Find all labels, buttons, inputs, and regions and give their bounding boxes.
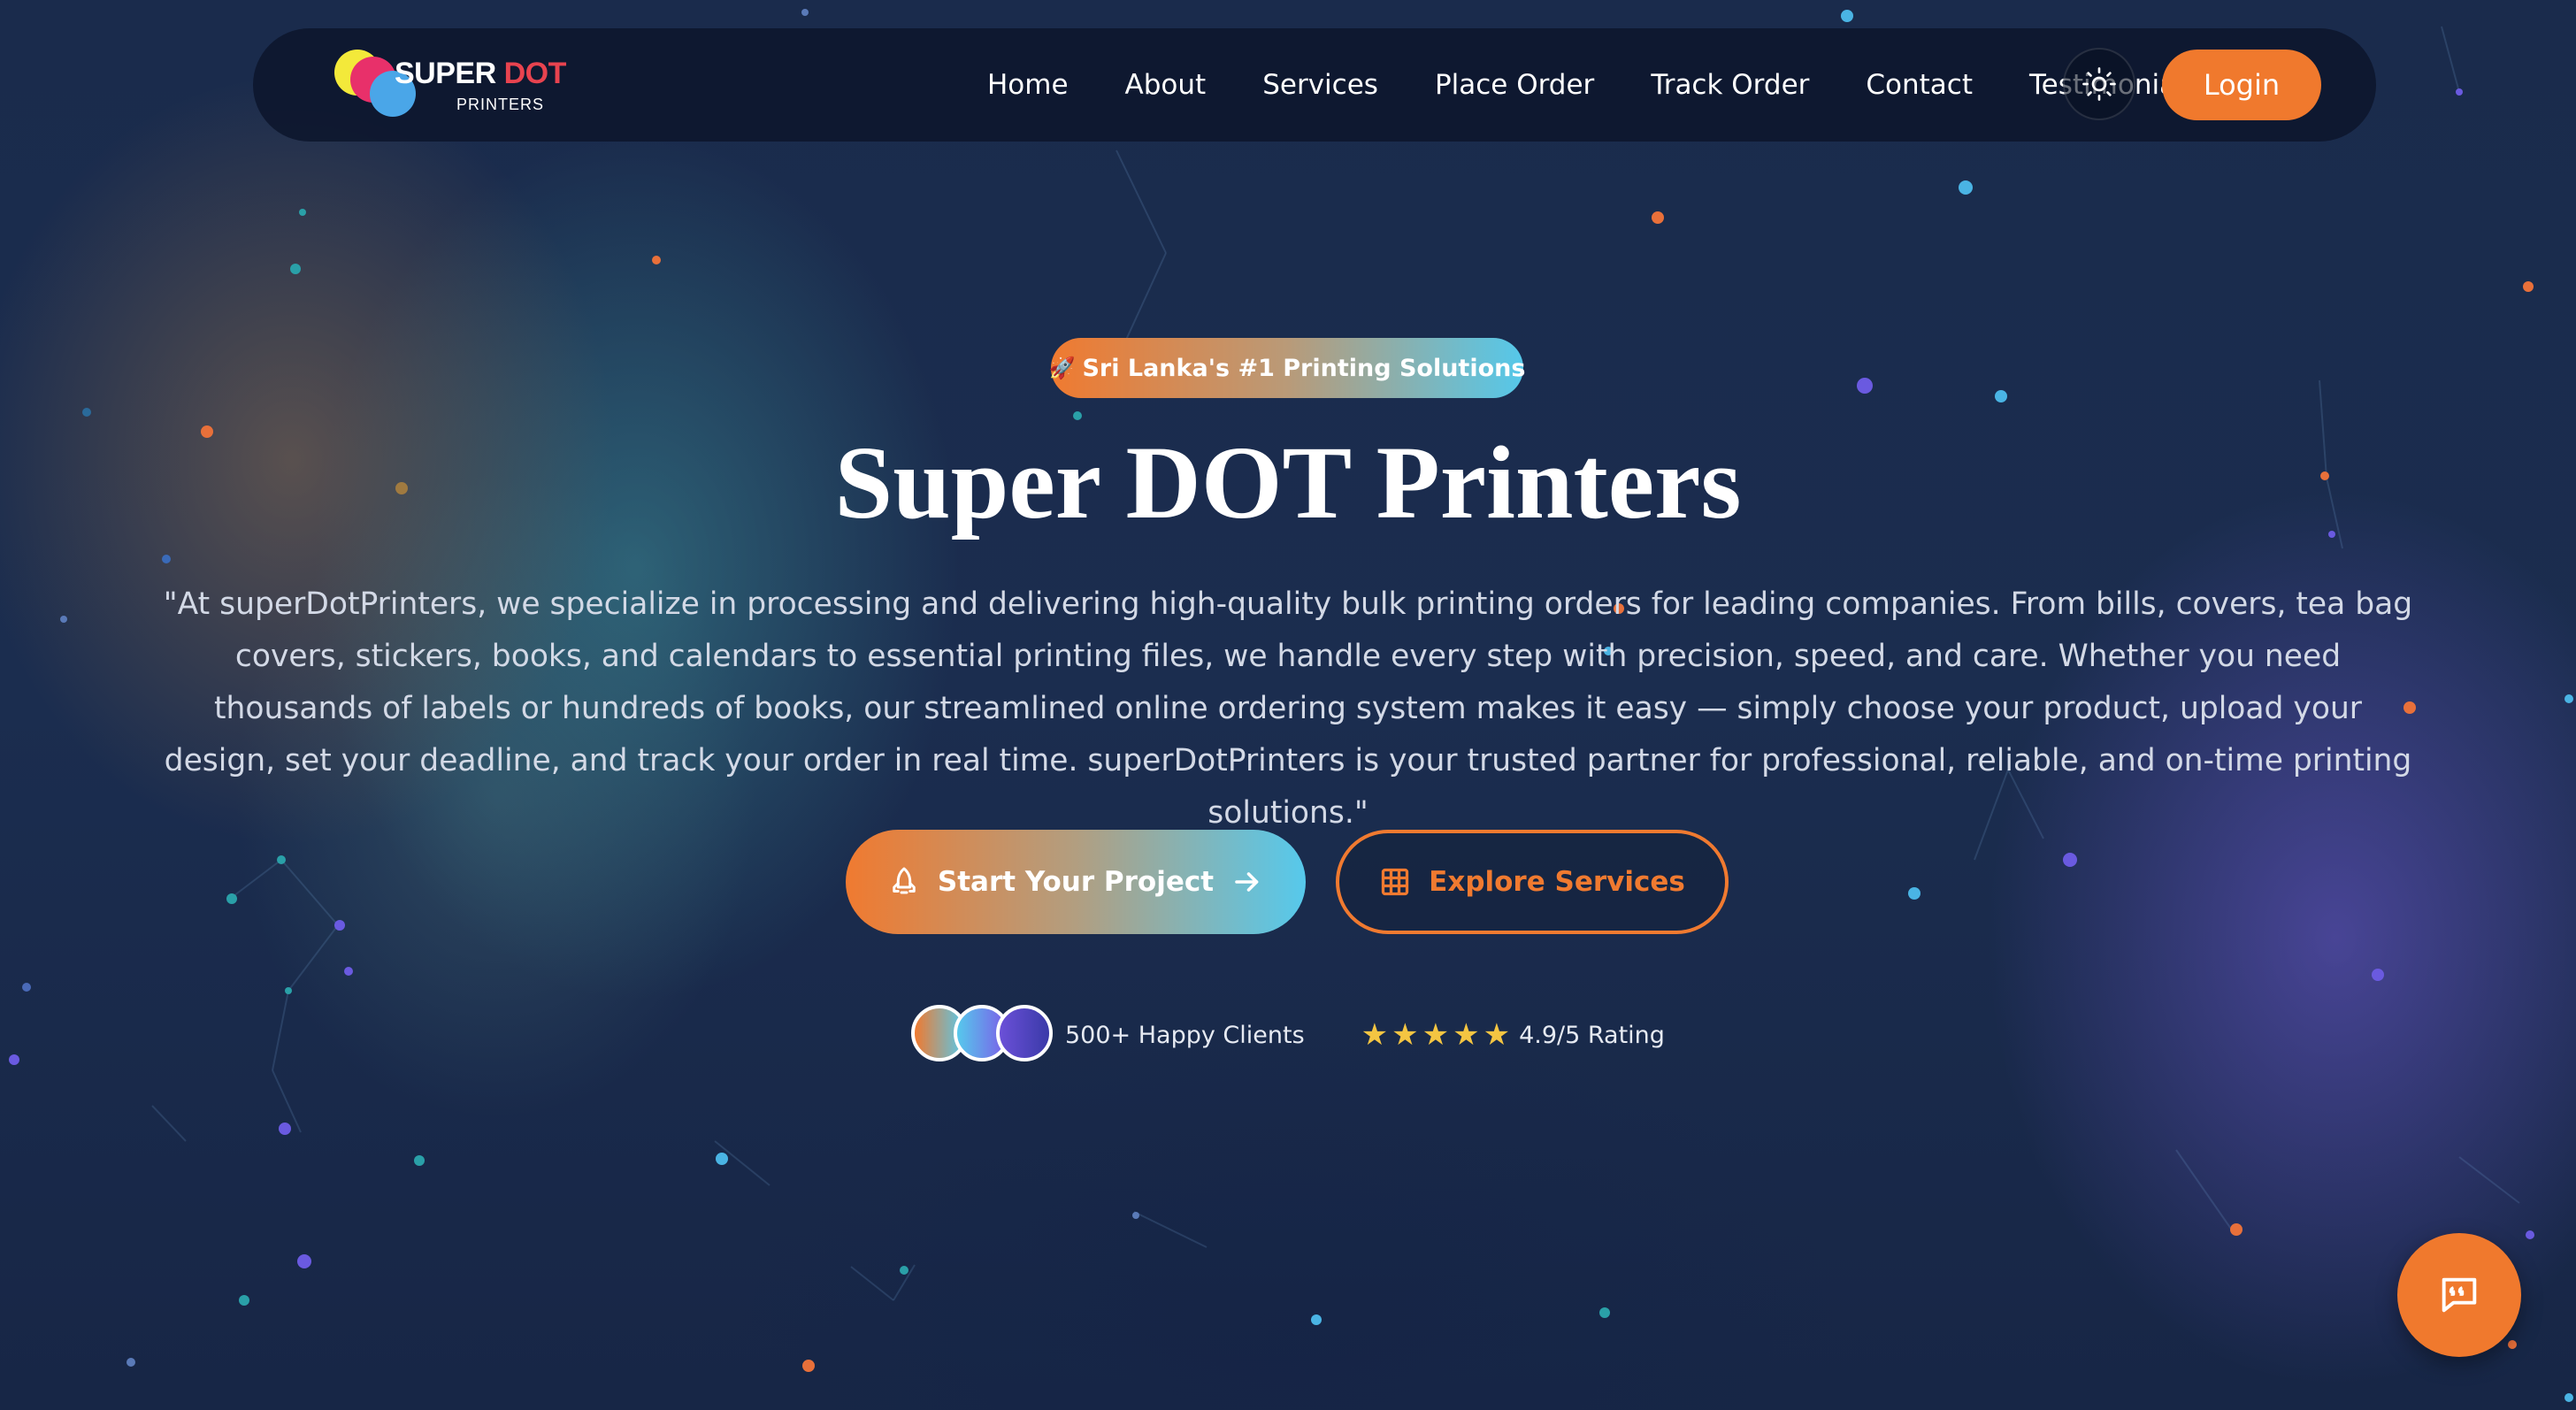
chat-button[interactable] xyxy=(2397,1233,2521,1357)
hero-description: "At superDotPrinters, we specialize in p… xyxy=(163,586,2413,831)
nav-link-place-order[interactable]: Place Order xyxy=(1435,69,1594,101)
theme-toggle-button[interactable] xyxy=(2063,48,2135,120)
nav-link-about[interactable]: About xyxy=(1125,69,1207,101)
brand-subtitle: PRINTERS xyxy=(456,96,545,113)
navbar: SUPER DOT PRINTERS Home About Services P… xyxy=(253,28,2376,142)
nav-link-services[interactable]: Services xyxy=(1262,69,1378,101)
rocket-outline-icon xyxy=(893,867,916,894)
rocket-icon: 🚀 xyxy=(1048,356,1076,380)
nav-link-track-order[interactable]: Track Order xyxy=(1651,69,1809,101)
hero-badge: 🚀 Sri Lanka's #1 Printing Solutions xyxy=(1048,338,1526,398)
brand-name-part1: SUPER xyxy=(395,57,496,90)
brand-logo[interactable]: SUPER DOT PRINTERS xyxy=(334,50,600,124)
avatar xyxy=(996,1005,1053,1061)
explore-services-label: Explore Services xyxy=(1429,866,1685,898)
hero-badge-text: Sri Lanka's #1 Printing Solutions xyxy=(1082,354,1526,382)
nav-link-contact[interactable]: Contact xyxy=(1866,69,1973,101)
start-project-button[interactable]: Start Your Project xyxy=(846,830,1306,934)
rating-text: 4.9/5 Rating xyxy=(1519,1021,1665,1049)
chat-quote-icon xyxy=(2442,1277,2477,1313)
happy-clients-text: 500+ Happy Clients xyxy=(1065,1021,1305,1049)
nav-link-home[interactable]: Home xyxy=(987,69,1069,101)
brand-name-part2: DOT xyxy=(503,57,567,90)
brand-name: SUPER DOT xyxy=(395,57,566,91)
hero-stats: 500+ Happy Clients ★★★★★ 4.9/5 Rating xyxy=(911,1005,1665,1065)
hero-title: Super DOT Printers xyxy=(834,425,1742,540)
explore-services-button[interactable]: Explore Services xyxy=(1336,830,1729,934)
grid-icon xyxy=(1381,868,1409,896)
nav-menu: Home About Services Place Order Track Or… xyxy=(987,28,2198,142)
star-rating-icons: ★★★★★ xyxy=(1361,1017,1514,1053)
sun-icon xyxy=(2082,67,2116,101)
arrow-right-icon xyxy=(1235,872,1259,892)
rating: ★★★★★ 4.9/5 Rating xyxy=(1361,1017,1665,1053)
start-project-label: Start Your Project xyxy=(937,866,1215,898)
login-button[interactable]: Login xyxy=(2162,50,2321,120)
client-avatars xyxy=(911,1005,1053,1065)
